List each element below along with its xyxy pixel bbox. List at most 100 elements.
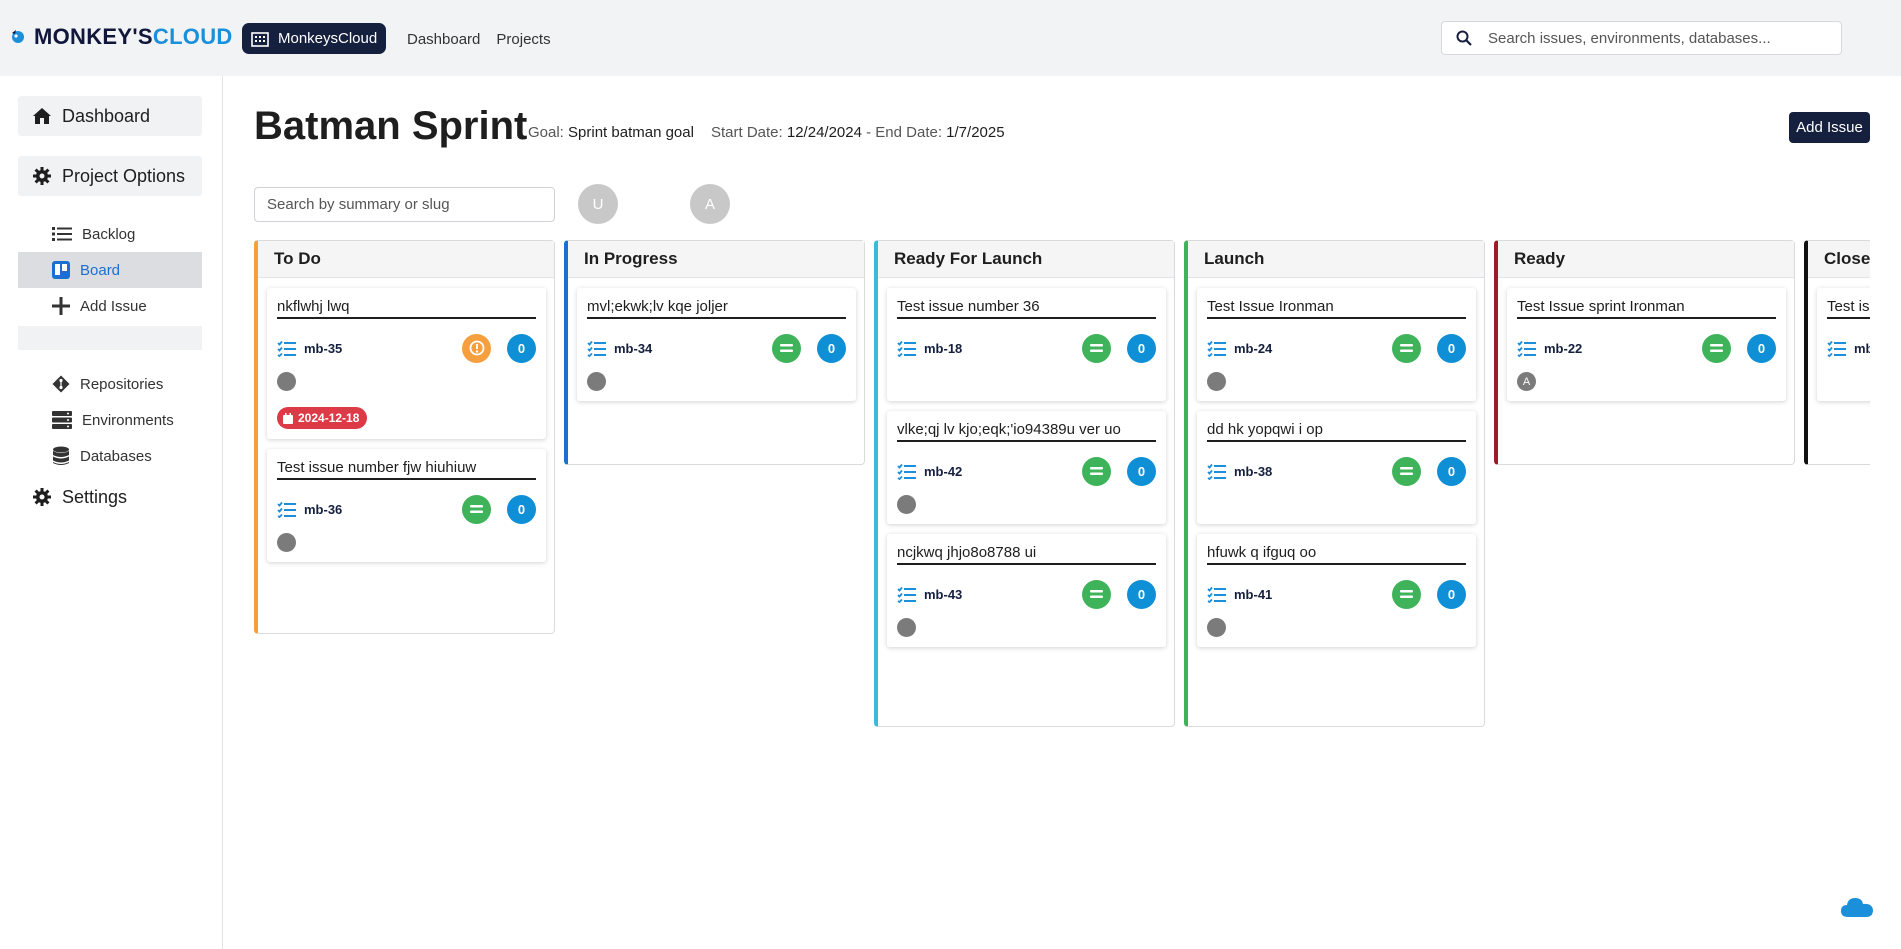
board-column: Closed Test issue mb0 (1804, 240, 1870, 465)
issue-card[interactable]: nkflwhj lwq mb-35 0 2024-12-18 (267, 288, 546, 439)
sidebar-settings-label: Settings (62, 486, 128, 507)
sidebar-item-environments[interactable]: Environments (18, 402, 202, 438)
server-icon (52, 411, 72, 429)
story-points-badge: 0 (1437, 333, 1466, 363)
end-date-value: 1/7/2025 (946, 124, 1005, 141)
board-column: To Do nkflwhj lwq mb-35 0 2024-12-18 Test iss… (254, 240, 555, 634)
issue-slug[interactable]: mb-35 (304, 341, 342, 356)
sprint-goal-value: Sprint batman goal (568, 124, 694, 141)
cloud-icon[interactable] (1840, 896, 1874, 918)
issue-slug[interactable]: mb-36 (304, 502, 342, 517)
sidebar-settings[interactable]: Settings (18, 477, 202, 517)
priority-normal-icon (1400, 344, 1413, 352)
issue-slug[interactable]: mb-41 (1234, 587, 1272, 602)
plus-icon (52, 297, 70, 315)
end-date-label: - End Date: (866, 124, 942, 141)
column-title: Ready (1498, 241, 1794, 278)
avatar-filter[interactable]: U (578, 184, 618, 224)
issue-card[interactable]: Test issue number fjw hiuhiuw mb-36 0 (267, 449, 546, 562)
start-date-label: Start Date: (711, 124, 783, 141)
issue-card[interactable]: Test issue mb0 (1817, 288, 1870, 401)
issue-slug[interactable]: mb-24 (1234, 341, 1272, 356)
avatar[interactable] (587, 372, 606, 391)
priority-badge (1392, 579, 1421, 609)
issue-slug[interactable]: mb-43 (924, 587, 962, 602)
issue-meta-row: mb-43 0 (897, 579, 1156, 609)
sidebar-item-backlog[interactable]: Backlog (18, 216, 202, 252)
issue-card[interactable]: Test Issue sprint Ironman mb-22 0 A (1507, 288, 1786, 401)
issue-summary: Test Issue Ironman (1207, 298, 1466, 319)
avatar[interactable] (1207, 372, 1226, 391)
avatar[interactable] (277, 372, 296, 391)
sidebar-dashboard[interactable]: Dashboard (18, 96, 202, 136)
avatar[interactable] (1207, 618, 1226, 637)
issue-summary: dd hk yopqwi i op (1207, 421, 1466, 442)
sidebar-project-options[interactable]: Project Options (18, 156, 202, 196)
due-date-badge: 2024-12-18 (277, 407, 368, 429)
issue-slug[interactable]: mb (1854, 341, 1870, 356)
nav-projects[interactable]: Projects (496, 31, 550, 48)
avatar[interactable] (277, 533, 296, 552)
priority-badge (1082, 456, 1111, 486)
issue-slug[interactable]: mb-22 (1544, 341, 1582, 356)
column-title: Ready For Launch (878, 241, 1174, 278)
add-issue-button[interactable]: Add Issue (1789, 112, 1870, 143)
sprint-goal: Goal: Sprint batman goal (528, 124, 694, 141)
priority-normal-icon (1400, 590, 1413, 598)
avatar-filter[interactable]: A (690, 184, 730, 224)
sidebar-item-board[interactable]: Board (18, 252, 202, 288)
issue-slug[interactable]: mb-34 (614, 341, 652, 356)
issue-card[interactable]: mvl;ekwk;lv kqe joljer mb-34 0 (577, 288, 856, 401)
top-bar: MONKEY'S CLOUD MonkeysCloud Dashboard Pro… (0, 0, 1901, 76)
building-icon (251, 31, 269, 47)
issue-card[interactable]: Test issue number 36 mb-18 0 (887, 288, 1166, 401)
issue-meta-row: mb-41 0 (1207, 579, 1466, 609)
avatar[interactable] (897, 618, 916, 637)
issue-slug[interactable]: mb-42 (924, 464, 962, 479)
story-points-badge: 0 (1747, 333, 1776, 363)
logo-text-main: MONKEY'S (34, 24, 153, 49)
board-column: Launch Test Issue Ironman mb-24 0 dd hk yopq… (1184, 240, 1485, 727)
search-input[interactable] (1488, 29, 1828, 47)
sidebar-item-label: Repositories (80, 375, 164, 393)
organization-selector[interactable]: MonkeysCloud (242, 23, 387, 54)
issue-slug[interactable]: mb-38 (1234, 464, 1272, 479)
organization-name: MonkeysCloud (278, 30, 378, 47)
issue-card[interactable]: vlke;qj lv kjo;eqk;'io94389u ver uo mb-42… (887, 411, 1166, 524)
sidebar-item-repositories[interactable]: Repositories (18, 366, 202, 402)
column-title: To Do (258, 241, 554, 278)
start-date-value: 12/24/2024 (786, 124, 862, 141)
issue-card[interactable]: Test Issue Ironman mb-24 0 (1197, 288, 1476, 401)
issue-card[interactable]: ncjkwq jhjo8o8788 ui mb-43 0 (887, 534, 1166, 647)
avatar[interactable]: A (1517, 372, 1536, 391)
due-date-text: 2024-12-18 (298, 411, 360, 425)
nav-dashboard[interactable]: Dashboard (407, 31, 480, 48)
avatar[interactable] (897, 495, 916, 514)
board-column: In Progress mvl;ekwk;lv kqe joljer mb-34 0 (564, 240, 865, 465)
priority-normal-icon (470, 505, 483, 513)
sidebar-item-databases[interactable]: Databases (18, 438, 202, 474)
board-search-input[interactable] (267, 196, 537, 213)
card-spacer (897, 362, 1156, 391)
column-title: In Progress (568, 241, 864, 278)
issue-meta-row: mb-35 0 (277, 333, 536, 363)
global-search[interactable] (1441, 21, 1842, 55)
task-list-icon (897, 463, 916, 480)
story-points-badge: 0 (1127, 579, 1156, 609)
calendar-icon (283, 412, 293, 424)
priority-badge (1082, 579, 1111, 609)
issue-slug[interactable]: mb-18 (924, 341, 962, 356)
sprint-goal-label: Goal: (528, 124, 564, 141)
logo[interactable]: MONKEY'S CLOUD (10, 24, 233, 50)
sidebar-item-add-issue[interactable]: Add Issue (18, 288, 202, 324)
story-points-badge: 0 (507, 494, 536, 524)
story-points-badge: 0 (507, 333, 536, 363)
sidebar-item-label: Add Issue (80, 297, 147, 315)
card-spacer (1827, 362, 1870, 391)
column-title: Closed (1808, 241, 1870, 278)
sidebar-dashboard-label: Dashboard (62, 105, 151, 126)
task-list-icon (1207, 586, 1226, 603)
issue-card[interactable]: hfuwk q ifguq oo mb-41 0 (1197, 534, 1476, 647)
issue-card[interactable]: dd hk yopqwi i op mb-38 0 (1197, 411, 1476, 524)
board-search[interactable] (254, 187, 555, 222)
